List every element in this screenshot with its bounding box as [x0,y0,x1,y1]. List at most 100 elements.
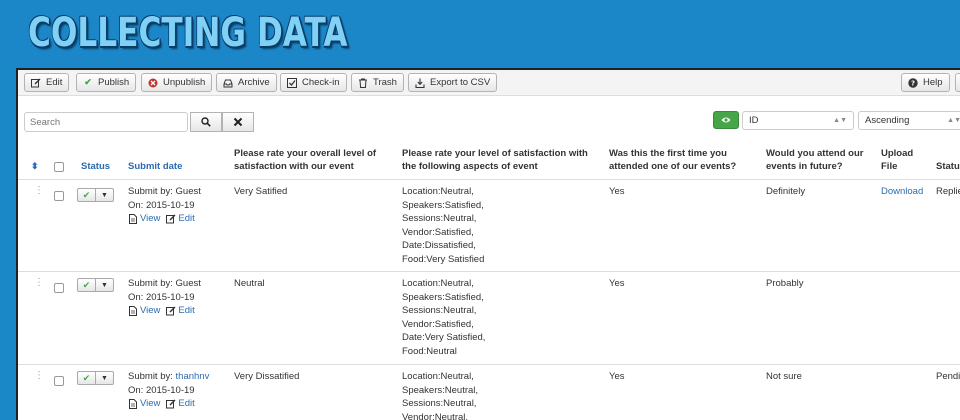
aspect-line: Vendor:Satisfied, [402,318,474,330]
submit-by: Submit by: Guest [128,277,201,291]
export-csv-button[interactable]: Export to CSV [408,73,498,92]
document-icon [128,213,138,224]
export-csv-button-label: Export to CSV [430,77,491,88]
check-icon: ✔ [84,77,92,87]
row-actions: View Edit [128,212,201,226]
edit-icon [31,78,41,88]
sort-field-select[interactable]: ID ▲▼ [742,111,854,130]
submit-date: On: 2015-10-19 [128,384,195,396]
edit-button[interactable]: Edit [24,73,70,92]
row-status: Pending [936,371,960,382]
sort-ordering-icon[interactable]: ⬍ [31,160,39,173]
view-link-label: View [140,305,161,316]
checkin-button-label: Check-in [302,77,340,88]
status-toggle[interactable]: ✔ ▼ [77,188,114,202]
row-actions: View Edit [128,397,209,411]
search-button[interactable] [190,112,222,132]
submit-by-label: Submit by: [128,186,173,197]
chevron-down-icon[interactable]: ▼ [96,188,114,202]
edit-link-label: Edit [178,213,195,224]
column-upload-line2: File [881,161,898,172]
column-first-time: Was this the first time you attended one… [609,147,736,173]
unpublish-button-label: Unpublish [163,77,206,88]
chevron-down-icon: ▲▼ [947,117,960,124]
aspect-line: Vendor:Neutral, [402,411,469,420]
help-button-label: Help [923,77,943,88]
row-checkbox[interactable] [54,376,64,386]
check-icon[interactable]: ✔ [77,278,96,292]
select-all-checkbox[interactable] [54,162,64,172]
trash-button-label: Trash [373,77,397,88]
view-link[interactable]: View [128,212,160,226]
trash-button[interactable]: Trash [351,73,404,92]
edit-link[interactable]: Edit [166,304,195,318]
edit-link[interactable]: Edit [166,212,195,226]
submit-by-user-link[interactable]: thanhnv [176,371,210,382]
column-upload-line1: Upload [881,148,914,159]
checkbox-icon [287,77,297,88]
edit-icon [166,214,176,224]
filter-options-button[interactable] [713,111,739,129]
check-icon[interactable]: ✔ [77,188,96,202]
submit-by-label: Submit by: [128,278,173,289]
edit-button-label: Edit [46,77,63,88]
chevron-down-icon[interactable]: ▼ [96,371,114,385]
trash-icon [358,78,368,88]
drag-handle-icon[interactable]: ⋮ [34,278,44,288]
aspect-line: Sessions:Neutral, [402,213,477,224]
archive-button[interactable]: Archive [216,73,277,92]
help-button[interactable]: ? Help [901,73,950,92]
chevron-down-icon: ▲▼ [833,117,847,124]
aspect-line: Speakers:Satisfied, [402,291,484,303]
submit-date: On: 2015-10-19 [128,291,195,303]
attend-future: Not sure [766,371,802,382]
drag-handle-icon[interactable]: ⋮ [34,371,44,381]
row-checkbox[interactable] [54,283,64,293]
aspects-satisfaction: Location:Neutral, Speakers:Satisfied, Se… [402,277,485,358]
attend-future: Definitely [766,186,806,197]
submit-by: Submit by: Guest [128,185,201,199]
overall-satisfaction: Neutral [234,278,265,289]
aspect-line: Location:Neutral, [402,278,474,289]
toolbar: Edit ✔ Publish Unpublish Archive Check-i… [18,70,960,96]
status-toggle[interactable]: ✔ ▼ [77,371,114,385]
column-overall-satisfaction-line2: satisfaction with our event [234,161,354,172]
aspect-line: Speakers:Neutral, [402,384,479,396]
table-row: ⋮ ✔ ▼ Submit by: thanhnv On: 2015-10-19 … [18,365,960,420]
clear-search-button[interactable] [222,112,254,132]
view-link[interactable]: View [128,397,160,411]
status-toggle[interactable]: ✔ ▼ [77,278,114,292]
attend-future: Probably [766,278,804,289]
column-first-time-line2: attended one of our events? [609,161,737,172]
checkin-button[interactable]: Check-in [280,73,347,92]
submit-by-user: Guest [175,278,201,289]
view-link-label: View [140,213,161,224]
submit-by-user: Guest [175,186,201,197]
banner-title: COLLECTING DATA [28,10,348,56]
column-submit-date[interactable]: Submit date [128,160,182,173]
submit-info: Submit by: thanhnv On: 2015-10-19 View E… [128,370,209,411]
edit-link[interactable]: Edit [166,397,195,411]
check-icon[interactable]: ✔ [77,371,96,385]
document-icon [128,398,138,409]
column-overall-satisfaction-line1: Please rate your overall level of [234,148,377,159]
unpublish-button[interactable]: Unpublish [141,73,213,92]
sort-order-value: Ascending [865,115,910,126]
drag-handle-icon[interactable]: ⋮ [34,186,44,196]
row-checkbox[interactable] [54,191,64,201]
view-link[interactable]: View [128,304,160,318]
banner: COLLECTING DATA [0,0,960,68]
archive-icon [223,78,233,88]
first-time: Yes [609,371,625,382]
chevron-down-icon[interactable]: ▼ [96,278,114,292]
column-attend-future: Would you attend our events in future? [766,147,863,173]
search-input[interactable] [24,112,188,132]
publish-button[interactable]: ✔ Publish [76,73,137,92]
options-button[interactable] [955,73,960,92]
column-aspects-satisfaction: Please rate your level of satisfaction w… [402,147,588,173]
sort-order-select[interactable]: Ascending ▲▼ [858,111,960,130]
download-link[interactable]: Download [881,185,923,199]
sort-field-value: ID [749,115,759,126]
view-link-label: View [140,398,161,409]
column-status[interactable]: Status [81,160,110,173]
